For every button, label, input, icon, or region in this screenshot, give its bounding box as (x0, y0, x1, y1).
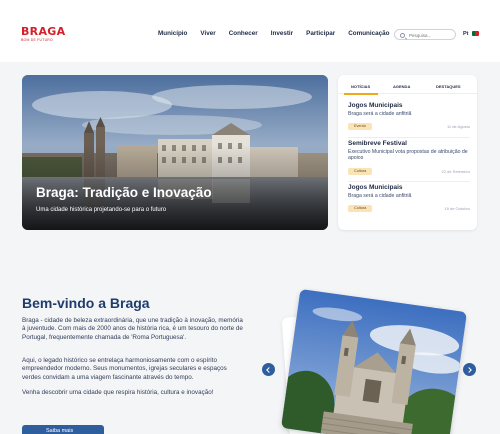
news-item[interactable]: Jogos Municipais Braga será a cidade anf… (348, 102, 470, 132)
welcome-paragraph: Aqui, o legado histórico se entrelaça ha… (22, 357, 227, 381)
nav-item-conhecer[interactable]: Conhecer (229, 30, 258, 37)
portugal-flag-icon[interactable] (472, 31, 479, 36)
site-header: BRAGA BOM DE FUTURO Município Viver Conh… (0, 0, 500, 62)
tab-agenda[interactable]: AGENDA (393, 84, 410, 89)
hero-subtitle: Uma cidade histórica projetando-se para … (36, 207, 167, 213)
nav-item-viver[interactable]: Viver (200, 30, 215, 37)
news-item-description: Braga será a cidade anfitriã (348, 111, 412, 117)
welcome-paragraph: Braga - cidade de beleza extraordinária,… (22, 317, 243, 341)
braga-logo[interactable]: BRAGA BOM DE FUTURO (21, 26, 65, 42)
logo-tagline: BOM DE FUTURO (21, 38, 53, 42)
news-panel: NOTÍCIAS AGENDA DESTAQUES Jogos Municipa… (338, 75, 477, 230)
hero-title: Braga: Tradição e Inovação (36, 185, 212, 200)
search-box (394, 29, 456, 40)
search-icon (400, 32, 405, 38)
carousel-next-arrow-icon[interactable] (463, 363, 476, 376)
news-item-description: Braga será a cidade anfitriã (348, 193, 412, 199)
sanctuary-image (281, 288, 467, 434)
news-item-date: 19 de Outubro (444, 206, 470, 211)
news-item-date: 11 de Agosto (446, 124, 470, 129)
news-item-tag: Cultura (348, 168, 373, 175)
carousel-photo[interactable] (281, 288, 467, 434)
hero-banner[interactable]: Braga: Tradição e Inovação Uma cidade hi… (22, 75, 328, 230)
news-item-title: Semibreve Festival (348, 140, 407, 147)
news-item-description: Executivo Municipal vota propostas de at… (348, 149, 468, 162)
news-item[interactable]: Jogos Municipais Braga será a cidade anf… (348, 184, 470, 214)
learn-more-button[interactable]: Saiba mais (22, 425, 104, 434)
divider (348, 181, 470, 182)
news-item-title: Jogos Municipais (348, 102, 403, 109)
carousel-prev-arrow-icon[interactable] (262, 363, 275, 376)
logo-wordmark: BRAGA (21, 25, 66, 38)
news-item-tag: Cultura (348, 205, 373, 212)
news-item[interactable]: Semibreve Festival Executivo Municipal v… (348, 140, 470, 180)
nav-item-participar[interactable]: Participar (306, 30, 335, 37)
active-tab-indicator (344, 93, 378, 95)
main-nav: Município Viver Conhecer Investir Partic… (158, 30, 403, 37)
tab-noticias[interactable]: NOTÍCIAS (351, 84, 370, 89)
nav-item-municipio[interactable]: Município (158, 30, 187, 37)
nav-item-investir[interactable]: Investir (271, 30, 293, 37)
tab-destaques[interactable]: DESTAQUES (436, 84, 461, 89)
welcome-paragraph: Venha descobrir uma cidade que respira h… (22, 389, 214, 396)
news-item-tag: Evento (348, 123, 372, 130)
welcome-heading: Bem-vindo a Braga (22, 295, 150, 311)
nav-item-comunicacao[interactable]: Comunicação (348, 30, 389, 37)
news-item-title: Jogos Municipais (348, 184, 403, 191)
language-selector[interactable]: Pt (463, 31, 469, 37)
news-tabs: NOTÍCIAS AGENDA DESTAQUES (338, 82, 477, 95)
divider (348, 137, 470, 138)
search-input[interactable] (409, 31, 453, 39)
news-item-date: 22 de Setembro (441, 169, 470, 174)
